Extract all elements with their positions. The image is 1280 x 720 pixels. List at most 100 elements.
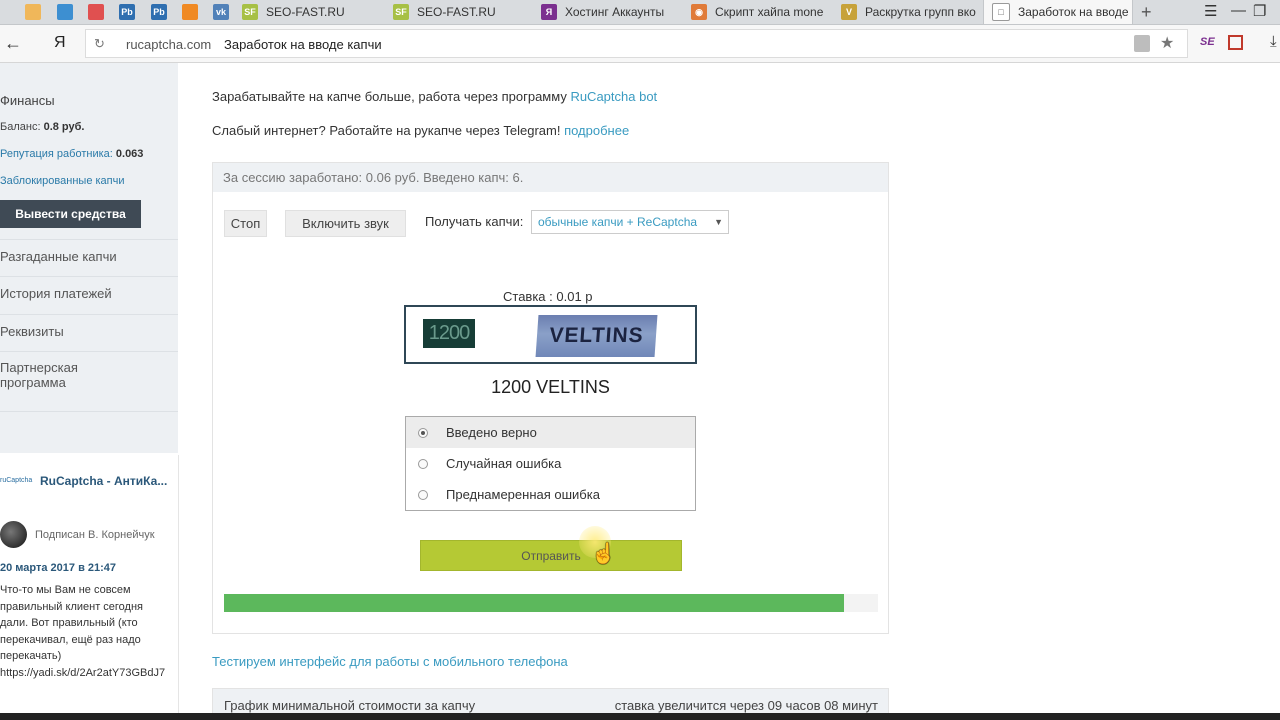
sidebar-divider [0, 411, 178, 412]
url-field[interactable]: ↻ rucaptcha.com Заработок на вводе капчи… [85, 29, 1188, 58]
captcha-mode-select[interactable]: обычные капчи + ReCaptcha ▼ [531, 210, 729, 234]
browser-tab[interactable]: V Раскрутка групп вко [833, 0, 981, 24]
stop-button[interactable]: Стоп [224, 210, 267, 237]
finance-title: Финансы [0, 93, 55, 108]
avatar[interactable] [0, 521, 27, 548]
withdraw-button[interactable]: Вывести средства [0, 200, 141, 228]
browser-tab[interactable]: SF SEO-FAST.RU [234, 0, 382, 24]
radio-intentional-error[interactable]: Преднамеренная ошибка [406, 479, 695, 510]
browser-tab[interactable] [17, 0, 47, 24]
session-stats: За сессию заработано: 0.06 руб. Введено … [213, 163, 888, 192]
verdict-radio-group: Введено верно Случайная ошибка Преднамер… [405, 416, 696, 511]
lock-icon[interactable] [1134, 35, 1150, 52]
browser-tab[interactable]: vk [205, 0, 233, 24]
promo-telegram: Слабый интернет? Работайте на рукапче че… [212, 123, 629, 138]
browser-tab-bar: Pb Pb vk SF SEO-FAST.RU SF SEO-FAST.RU Я Хостинг… [0, 0, 1280, 25]
reload-icon[interactable]: ↻ [94, 36, 105, 52]
vk-group-name[interactable]: RuCaptcha - АнтиКа... [40, 474, 167, 488]
details-link[interactable]: подробнее [564, 123, 629, 138]
sidebar-item-requisites[interactable]: Реквизиты [0, 314, 178, 351]
tab-favicon-icon [25, 4, 41, 20]
maximize-icon[interactable]: ❐ [1253, 2, 1266, 20]
rucaptcha-bot-link[interactable]: RuCaptcha bot [570, 89, 657, 104]
sidebar-item-payments[interactable]: История платежей [0, 276, 178, 314]
balance-label: Баланс: [0, 121, 41, 133]
timer-progress-fill [224, 594, 844, 612]
captcha-mode-value: обычные капчи + ReCaptcha [538, 215, 698, 229]
balance-row: Баланс: 0.8 руб. [0, 121, 84, 133]
tab-favicon-icon: ◉ [691, 4, 707, 20]
tab-favicon-icon: SF [393, 4, 409, 20]
promo-telegram-text: Слабый интернет? Работайте на рукапче че… [212, 123, 565, 138]
tab-favicon-icon: Я [541, 4, 557, 20]
submit-button[interactable]: Отправить [420, 540, 682, 571]
browser-tab[interactable] [80, 0, 110, 24]
reputation-label[interactable]: Репутация работника: [0, 148, 113, 160]
vk-widget: ruCaptcha RuCaptcha - АнтиКа... Подписан… [0, 455, 179, 720]
vk-post-text: Что-то мы Вам не совсем правильный клиен… [0, 584, 166, 679]
browser-tab[interactable] [49, 0, 79, 24]
vk-signed-by: Подписан В. Корнейчук [35, 529, 155, 541]
promo-bot-text: Зарабатывайте на капче больше, работа че… [212, 89, 571, 104]
browser-tab[interactable]: Я Хостинг Аккаунты [533, 0, 681, 24]
tab-favicon-icon: Pb [151, 4, 167, 20]
url-page-title[interactable]: Заработок на вводе капчи [224, 37, 382, 52]
tab-favicon-icon: Pb [119, 4, 135, 20]
browser-tab[interactable]: □Заработок на вводе✕ [983, 0, 1133, 24]
radio-label: Преднамеренная ошибка [446, 487, 600, 502]
reputation-value: 0.063 [115, 148, 144, 160]
tab-favicon-icon [182, 4, 198, 20]
radio-dot-icon[interactable] [418, 427, 428, 438]
tab-favicon-icon: V [841, 4, 857, 20]
chevron-down-icon: ▼ [714, 217, 723, 227]
browser-tab[interactable]: Pb [143, 0, 173, 24]
rate-increase-timer: ставка увеличится через 09 часов 08 мину… [614, 698, 878, 713]
tab-label: SEO-FAST.RU [417, 5, 496, 19]
yandex-icon[interactable]: Я [54, 34, 66, 52]
tab-label: Раскрутка групп вко [865, 5, 976, 19]
radio-correct[interactable]: Введено верно [406, 417, 695, 448]
graph-title: График минимальной стоимости за капчу [224, 698, 476, 713]
enable-sound-button[interactable]: Включить звук [285, 210, 406, 237]
captcha-work-panel: За сессию заработано: 0.06 руб. Введено … [212, 162, 889, 634]
extension-icon[interactable] [1228, 35, 1243, 50]
browser-tab[interactable]: SF SEO-FAST.RU [385, 0, 531, 24]
address-bar: ← Я ↻ rucaptcha.com Заработок на вводе к… [0, 25, 1280, 63]
back-arrow-icon[interactable]: ← [4, 33, 22, 54]
browser-tab[interactable]: ◉ Скрипт хайпа mone [683, 0, 831, 24]
rucaptcha-logo: ruCaptcha [0, 477, 33, 484]
seo-extension-icon[interactable]: SE [1200, 36, 1215, 48]
mobile-interface-link[interactable]: Тестируем интерфейс для работы с мобильн… [212, 654, 568, 669]
blocked-captchas-link[interactable]: Заблокированные капчи [0, 175, 125, 187]
promo-bot: Зарабатывайте на капче больше, работа че… [212, 89, 657, 104]
browser-tab[interactable]: Pb [111, 0, 141, 24]
minimize-icon[interactable]: — [1231, 2, 1246, 19]
tab-favicon-icon [88, 4, 104, 20]
sidebar-divider [0, 351, 178, 352]
radio-dot-icon[interactable] [418, 458, 428, 469]
radio-random-error[interactable]: Случайная ошибка [406, 448, 695, 479]
tab-favicon-icon: SF [242, 4, 258, 20]
download-icon[interactable]: ⤓ [1270, 33, 1277, 50]
screen-bottom-edge [0, 713, 1280, 720]
new-tab-plus-icon[interactable]: + [1141, 2, 1152, 23]
get-captchas-label: Получать капчи: [425, 214, 524, 229]
rate-text: Ставка : 0.01 р [503, 289, 593, 304]
captcha-answer: 1200 VELTINS [491, 377, 610, 397]
tab-favicon-icon: vk [213, 4, 229, 20]
balance-value: 0.8 руб. [43, 121, 85, 133]
sidebar-item-partner[interactable]: Партнерская программа [0, 351, 110, 405]
tab-label: Заработок на вводе [1018, 5, 1129, 19]
tab-label: Скрипт хайпа mone [715, 5, 824, 19]
reputation-row: Репутация работника: 0.063 [0, 148, 143, 160]
timer-progress-bar [224, 594, 878, 612]
star-icon[interactable]: ★ [1160, 33, 1174, 53]
menu-icon[interactable]: ☰ [1204, 2, 1217, 20]
radio-dot-icon[interactable] [418, 489, 428, 500]
url-domain[interactable]: rucaptcha.com [126, 37, 211, 52]
tab-label: SEO-FAST.RU [266, 5, 345, 19]
vk-post-date[interactable]: 20 марта 2017 в 21:47 [0, 562, 116, 574]
captcha-image: 1200 VELTINS [404, 305, 697, 364]
sidebar-item-solved[interactable]: Разгаданные капчи [0, 239, 178, 276]
browser-tab[interactable] [174, 0, 204, 24]
